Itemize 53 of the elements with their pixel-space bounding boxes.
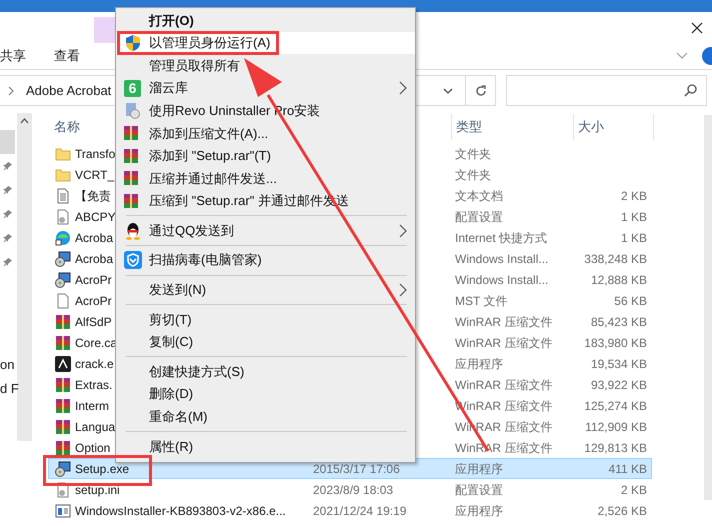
file-size: 338,248 KB: [584, 252, 647, 266]
file-type: Windows Install...: [455, 272, 548, 286]
file-name: WindowsInstaller-KB893803-v2-x86.e...: [75, 502, 286, 520]
file-name: Extras.: [75, 376, 112, 394]
file-type: 应用程序: [455, 356, 503, 370]
file-size: 56 KB: [614, 294, 647, 308]
file-name: ABCPY: [75, 208, 116, 226]
file-name: crack.e: [75, 356, 114, 372]
file-name: AlfSdP: [75, 314, 112, 330]
file-size: 411 KB: [608, 462, 647, 476]
file-name: Option: [75, 440, 110, 456]
file-type: 文件夹: [455, 168, 491, 182]
file-name: setup.ini: [75, 482, 120, 498]
file-type: Internet 快捷方式: [455, 230, 548, 244]
file-size: 93,922 KB: [590, 378, 647, 392]
file-type: WinRAR 压缩文件: [455, 378, 552, 392]
file-size: 19,534 KB: [590, 356, 647, 370]
file-size: 129,813 KB: [584, 440, 647, 454]
address-path: Adobe Acrobat: [26, 82, 112, 100]
file-name: Interm: [75, 398, 110, 414]
file-size: 1 KB: [620, 210, 647, 224]
file-size: 85,423 KB: [590, 314, 647, 328]
file-type: 配置设置: [455, 482, 503, 496]
file-type: 应用程序: [455, 504, 503, 518]
file-size: 112,909 KB: [585, 420, 647, 434]
file-type: MST 文件: [455, 294, 508, 308]
file-date: 2015/3/17 17:06: [313, 462, 400, 476]
tile-icon: 6: [124, 80, 141, 97]
file-date: 2021/12/24 19:19: [313, 504, 406, 518]
file-type: 配置设置: [455, 210, 503, 224]
file-type: 应用程序: [455, 462, 503, 476]
file-name: VCRT_: [75, 166, 114, 184]
file-name: Acroba: [75, 250, 114, 268]
file-size: 2,526 KB: [598, 504, 647, 518]
file-size: 1 KB: [620, 230, 647, 244]
file-name: 【免责: [75, 188, 111, 204]
file-type: 文件夹: [455, 146, 491, 160]
file-name: Acroba: [75, 230, 114, 246]
file-name: Langua: [75, 418, 116, 436]
file-name: AcroPr: [75, 292, 112, 310]
file-date: 2023/8/9 18:03: [313, 482, 394, 496]
file-name: Transfo: [75, 146, 116, 162]
file-type: 文本文档: [455, 188, 503, 202]
file-name: AcroPr: [75, 272, 112, 288]
file-type: Windows Install...: [455, 252, 548, 266]
file-size: 125,274 KB: [584, 398, 647, 412]
file-type: WinRAR 压缩文件: [455, 314, 552, 328]
file-size: 12,888 KB: [590, 272, 647, 286]
file-size: 183,980 KB: [584, 336, 647, 350]
file-name: Setup.exe: [75, 460, 130, 478]
file-size: 2 KB: [620, 482, 647, 496]
file-type: WinRAR 压缩文件: [455, 336, 552, 350]
file-size: 2 KB: [620, 188, 647, 202]
